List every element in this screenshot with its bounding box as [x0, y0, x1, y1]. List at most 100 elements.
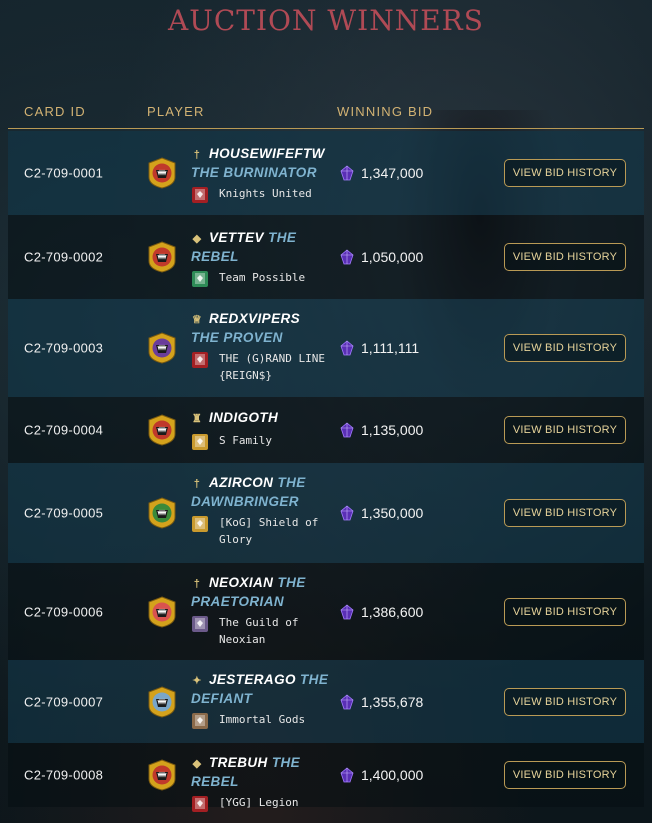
guild[interactable]: THE (G)RAND LINE {REIGN$}	[191, 350, 331, 384]
player-title: THE BURNINATOR	[191, 165, 317, 180]
winning-bid: 1,347,000	[339, 165, 423, 181]
player-avatar[interactable]	[146, 595, 178, 628]
player-name-line[interactable]: ♜ INDIGOTH	[191, 409, 331, 428]
player-name-line[interactable]: † AZIRCON THE DAWNBRINGER	[191, 474, 331, 510]
winning-bid: 1,135,000	[339, 422, 423, 438]
view-bid-history-button[interactable]: VIEW BID HISTORY	[504, 597, 626, 626]
player-name: VETTEV	[209, 230, 264, 245]
table-row: C2-709-0005 † AZIRCON THE DAWNBRINGER [Ko…	[8, 463, 644, 563]
card-id: C2-709-0005	[24, 505, 104, 521]
guild-banner-icon	[192, 516, 208, 532]
guild-banner-icon	[192, 796, 208, 812]
player-info: ◆ VETTEV THE REBEL Team Possible	[191, 229, 331, 287]
guild[interactable]: [KoG] Shield of Glory	[191, 514, 331, 548]
guild-name: The Guild of Neoxian	[219, 616, 299, 646]
table-row: C2-709-0002 ◆ VETTEV THE REBEL Team Possi…	[8, 215, 644, 299]
shield-rank-icon: ◆	[192, 758, 202, 770]
player-info: † NEOXIAN THE PRAETORIAN The Guild of Neo…	[191, 574, 331, 648]
guild-name: Knights United	[219, 187, 312, 200]
player-info: ♜ INDIGOTH S Family	[191, 409, 331, 450]
winning-bid: 1,400,000	[339, 767, 423, 783]
guild-name: THE (G)RAND LINE {REIGN$}	[219, 352, 325, 382]
card-id: C2-709-0003	[24, 340, 104, 356]
card-id: C2-709-0007	[24, 694, 104, 709]
player-avatar[interactable]	[146, 157, 178, 189]
column-header-card-id: CARD ID	[24, 104, 86, 119]
player-info: ◆ TREBUH THE REBEL [YGG] Legion	[191, 754, 331, 812]
card-id: C2-709-0002	[24, 249, 104, 265]
table-row: C2-709-0001 † HOUSEWIFEFTW THE BURNINATOR…	[8, 131, 644, 215]
card-id: C2-709-0001	[24, 165, 104, 181]
player-info: † AZIRCON THE DAWNBRINGER [KoG] Shield of…	[191, 474, 331, 548]
player-info: ♕ REDXVIPERS THE PROVEN THE (G)RAND LINE …	[191, 310, 331, 384]
view-bid-history-button[interactable]: VIEW BID HISTORY	[504, 416, 626, 444]
player-avatar[interactable]	[146, 241, 178, 273]
dec-crystal-icon	[340, 505, 354, 521]
player-name: NEOXIAN	[209, 575, 274, 590]
player-avatar[interactable]	[146, 497, 178, 529]
guild-banner-icon	[192, 187, 208, 203]
view-bid-history-button[interactable]: VIEW BID HISTORY	[504, 243, 626, 271]
table-row: C2-709-0007 ✦ JESTERAGO THE DEFIANT Immor…	[8, 660, 644, 743]
player-name-line[interactable]: ◆ TREBUH THE REBEL	[191, 754, 331, 790]
guild[interactable]: Knights United	[191, 185, 331, 203]
table-row: C2-709-0003 ♕ REDXVIPERS THE PROVEN THE (…	[8, 299, 644, 397]
player-avatar[interactable]	[146, 332, 178, 364]
view-bid-history-button[interactable]: VIEW BID HISTORY	[504, 687, 626, 716]
guild-name: [YGG] Legion	[219, 796, 299, 809]
dec-crystal-icon	[340, 165, 354, 181]
dec-crystal-icon	[340, 603, 354, 619]
guild[interactable]: S Family	[191, 432, 331, 450]
view-bid-history-button[interactable]: VIEW BID HISTORY	[504, 499, 626, 527]
bid-amount: 1,111,111	[361, 340, 420, 356]
winning-bid: 1,350,000	[339, 505, 423, 521]
page-title: AUCTION WINNERS	[168, 4, 484, 37]
sword-rank-icon: †	[193, 478, 201, 490]
card-id: C2-709-0008	[24, 767, 104, 783]
bid-amount: 1,355,678	[361, 693, 424, 710]
view-bid-history-button[interactable]: VIEW BID HISTORY	[504, 761, 626, 789]
guild-banner-icon	[192, 616, 208, 632]
guild-banner-icon	[192, 713, 208, 729]
guild-name: Team Possible	[219, 271, 306, 284]
bid-amount: 1,050,000	[361, 249, 424, 265]
guild-banner-icon	[192, 434, 208, 450]
view-bid-history-button[interactable]: VIEW BID HISTORY	[504, 159, 626, 187]
player-name: AZIRCON	[209, 475, 274, 490]
player-name: JESTERAGO	[209, 672, 296, 687]
guild-banner-icon	[192, 271, 208, 287]
dec-crystal-icon	[340, 693, 354, 709]
card-id: C2-709-0006	[24, 604, 104, 619]
bid-amount: 1,135,000	[361, 422, 424, 438]
bid-amount: 1,350,000	[361, 505, 424, 521]
player-name-line[interactable]: † HOUSEWIFEFTW THE BURNINATOR	[191, 145, 331, 181]
winning-bid: 1,386,600	[339, 604, 423, 620]
player-name-line[interactable]: ♕ REDXVIPERS THE PROVEN	[191, 310, 331, 346]
table-header: CARD ID PLAYER WINNING BID	[8, 104, 644, 129]
guild-name: S Family	[219, 434, 272, 447]
column-header-player: PLAYER	[147, 104, 205, 119]
table-row: C2-709-0008 ◆ TREBUH THE REBEL [YGG] Legi…	[8, 743, 644, 812]
player-avatar[interactable]	[146, 685, 178, 718]
guild[interactable]: [YGG] Legion	[191, 794, 331, 812]
player-name-line[interactable]: ◆ VETTEV THE REBEL	[191, 229, 331, 265]
player-name-line[interactable]: † NEOXIAN THE PRAETORIAN	[191, 574, 331, 610]
sword-rank-icon: †	[193, 578, 201, 590]
crown-rank-icon: ♕	[191, 314, 203, 326]
shield-rank-icon: ◆	[192, 233, 202, 245]
guild[interactable]: Team Possible	[191, 269, 331, 287]
sword-rank-icon: †	[193, 149, 201, 161]
guild[interactable]: The Guild of Neoxian	[191, 614, 331, 648]
view-bid-history-button[interactable]: VIEW BID HISTORY	[504, 334, 626, 362]
table-row: C2-709-0006 † NEOXIAN THE PRAETORIAN The …	[8, 563, 644, 660]
bid-amount: 1,400,000	[361, 767, 424, 783]
guild[interactable]: Immortal Gods	[191, 711, 331, 729]
player-avatar[interactable]	[146, 759, 178, 791]
column-header-winning-bid: WINNING BID	[337, 104, 434, 119]
player-info: † HOUSEWIFEFTW THE BURNINATOR Knights Uni…	[191, 145, 331, 203]
card-id: C2-709-0004	[24, 422, 104, 438]
dec-crystal-icon	[340, 249, 354, 265]
player-avatar[interactable]	[146, 414, 178, 446]
player-name-line[interactable]: ✦ JESTERAGO THE DEFIANT	[191, 671, 331, 707]
winning-bid: 1,050,000	[339, 249, 423, 265]
